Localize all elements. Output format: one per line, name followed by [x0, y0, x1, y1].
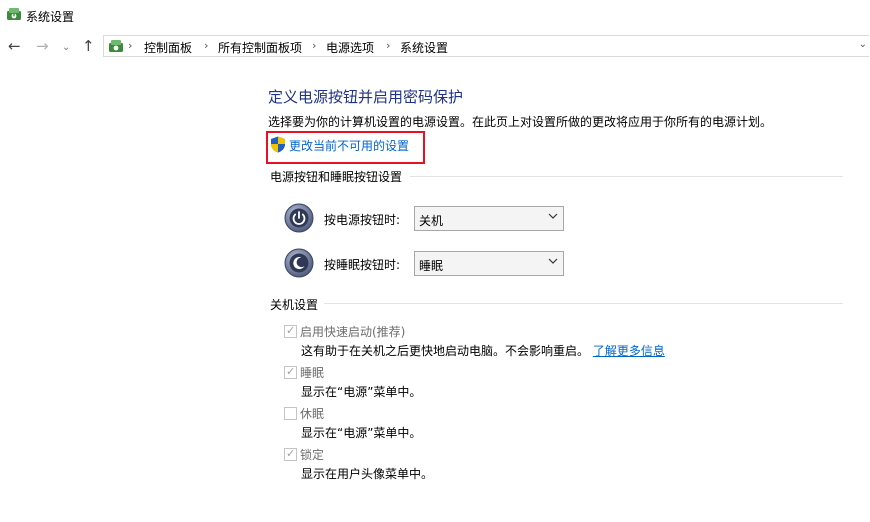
fast-startup-label: 启用快速启动(推荐)	[300, 325, 406, 339]
lock-option-description: 显示在用户头像菜单中。	[301, 467, 434, 481]
checkmark-icon: ✓	[286, 447, 296, 460]
section-title-shutdown: 关机设置	[270, 298, 319, 312]
section-divider	[324, 303, 843, 304]
breadcrumb-system-settings[interactable]: 系统设置	[400, 39, 448, 56]
address-bar[interactable]: › 控制面板 › 所有控制面板项 › 电源选项 › 系统设置 ⌄	[103, 35, 869, 57]
power-options-icon	[7, 8, 21, 20]
window-title: 系统设置	[26, 10, 75, 24]
page-title: 定义电源按钮并启用密码保护	[268, 88, 464, 106]
breadcrumb-all-items[interactable]: 所有控制面板项	[218, 39, 302, 56]
breadcrumb-separator: ›	[386, 39, 391, 52]
address-dropdown-icon[interactable]: ⌄	[859, 39, 867, 50]
hibernate-checkbox[interactable]	[284, 407, 297, 420]
back-arrow-icon[interactable]: ←	[8, 38, 21, 54]
power-button-action-select[interactable]: 关机	[414, 206, 564, 231]
fast-startup-description: 这有助于在关机之后更快地启动电脑。不会影响重启。 了解更多信息	[301, 342, 665, 359]
power-button-label: 按电源按钮时:	[324, 213, 401, 227]
fast-startup-description-text: 这有助于在关机之后更快地启动电脑。不会影响重启。	[301, 344, 590, 358]
chevron-down-icon	[548, 258, 558, 264]
breadcrumb-separator: ›	[128, 39, 133, 52]
sleep-button-action-value: 睡眠	[419, 259, 444, 273]
breadcrumb-separator: ›	[312, 39, 317, 52]
checkmark-icon: ✓	[286, 365, 296, 378]
breadcrumb-separator: ›	[204, 39, 209, 52]
control-panel-icon	[109, 40, 123, 52]
sleep-button-icon	[284, 248, 314, 278]
breadcrumb-control-panel[interactable]: 控制面板	[144, 39, 192, 56]
sleep-option-label: 睡眠	[300, 366, 325, 380]
learn-more-link[interactable]: 了解更多信息	[593, 344, 665, 358]
sleep-button-action-select[interactable]: 睡眠	[414, 251, 564, 276]
uac-shield-icon	[271, 136, 285, 153]
hibernate-option-label: 休眠	[300, 407, 325, 421]
checkmark-icon: ✓	[286, 324, 296, 337]
breadcrumb-power-options[interactable]: 电源选项	[326, 39, 374, 56]
power-button-icon	[284, 203, 314, 233]
sleep-option-description: 显示在“电源”菜单中。	[301, 385, 422, 399]
lock-option-label: 锁定	[300, 448, 325, 462]
section-title-power-buttons: 电源按钮和睡眠按钮设置	[270, 170, 403, 184]
up-arrow-icon[interactable]: ↑	[82, 38, 95, 54]
sleep-checkbox[interactable]: ✓	[284, 365, 297, 379]
sleep-button-label: 按睡眠按钮时:	[324, 258, 401, 272]
section-divider	[410, 176, 843, 177]
page-description: 选择要为你的计算机设置的电源设置。在此页上对设置所做的更改将应用于你所有的电源计…	[268, 115, 773, 129]
change-unavailable-settings-link[interactable]: 更改当前不可用的设置	[289, 137, 409, 154]
power-button-action-value: 关机	[419, 214, 444, 228]
chevron-down-icon[interactable]: ⌄	[62, 40, 70, 56]
chevron-down-icon	[548, 213, 558, 219]
hibernate-option-description: 显示在“电源”菜单中。	[301, 426, 422, 440]
title-bar: 系统设置	[0, 0, 870, 32]
lock-checkbox[interactable]: ✓	[284, 447, 297, 461]
forward-arrow-icon[interactable]: →	[36, 38, 49, 54]
fast-startup-checkbox[interactable]: ✓	[284, 324, 297, 338]
